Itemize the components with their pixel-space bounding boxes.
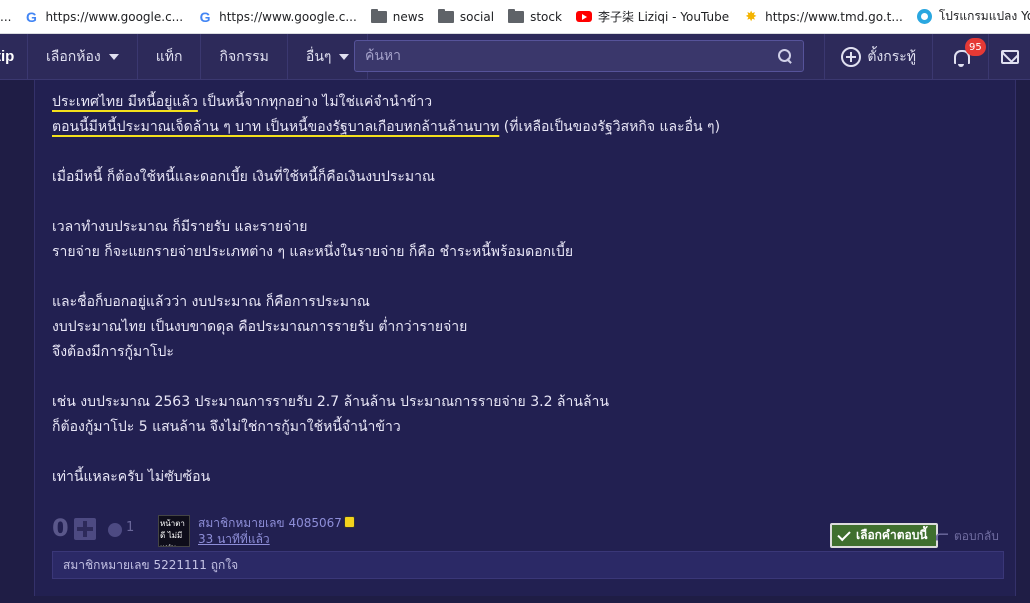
bookmark-label: stock: [530, 9, 562, 24]
search-box: [354, 40, 804, 72]
comment-footer: 0 1 หน้าตาดี ไม่มีแฟน สมาชิกหมายเลข 4085…: [52, 512, 1002, 552]
create-topic-label: ตั้งกระทู้: [867, 49, 916, 65]
comment-body: ประเทศไทย มีหนี้อยู่แล้ว เป็นหนี้จากทุกอ…: [52, 90, 720, 490]
plus-circle-icon: [841, 47, 862, 67]
nav-label: อื่นๆ: [305, 48, 332, 65]
nav-label: แท็ก: [155, 48, 183, 65]
comment-line: ตอนนี้มีหนี้ประมาณเจ็ดล้าน ๆ บาท เป็นหนี…: [52, 115, 720, 140]
likes-text[interactable]: สมาชิกหมายเลข 5221111 ถูกใจ: [63, 556, 238, 575]
create-topic-button[interactable]: ตั้งกระทู้: [824, 34, 932, 80]
highlighted-text: ตอนนี้มีหนี้ประมาณเจ็ดล้าน ๆ บาท เป็นหนี…: [52, 119, 500, 135]
bookmark-youtube-liziqi[interactable]: 李子柒 Liziqi - YouTube: [575, 8, 730, 25]
line-text: ก็ต้องกู้มาโปะ 5 แสนล้าน จึงไม่ใช่การกู้…: [52, 419, 401, 435]
bookmark-label: 李子柒 Liziqi - YouTube: [597, 10, 730, 24]
google-icon: G: [199, 8, 211, 25]
nav-right-group: ตั้งกระทู้ 95: [824, 34, 1030, 80]
line-text: (ที่เหลือเป็นของรัฐวิสหกิจ และอื่น ๆ): [499, 119, 721, 135]
folder-icon: [437, 8, 454, 25]
comment-line: งบประมาณไทย เป็นงบขาดดุล คือประมาณการราย…: [52, 315, 720, 340]
site-logo[interactable]: tip: [0, 33, 28, 80]
comment-line: ก็ต้องกู้มาโปะ 5 แสนล้าน จึงไม่ใช่การกู้…: [52, 415, 720, 440]
search-input[interactable]: [365, 48, 777, 64]
comment-line: [52, 365, 720, 390]
youtube-icon: [575, 9, 592, 25]
likes-bar: สมาชิกหมายเลข 5221111 ถูกใจ: [52, 551, 1004, 579]
line-text: เวลาทำงบประมาณ ก็มีรายรับ และรายจ่าย: [52, 219, 308, 235]
nav-label: เลือกห้อง: [46, 48, 101, 65]
line-text: จึงต้องมีการกู้มาโปะ: [52, 344, 174, 360]
comment-line: เวลาทำงบประมาณ ก็มีรายรับ และรายจ่าย: [52, 215, 720, 240]
bookmark-label: ...: [0, 9, 12, 24]
bookmark-translate[interactable]: โปรแกรมแปลง Youtub...: [917, 7, 1030, 26]
sun-icon: ✸: [745, 8, 757, 25]
bookmarks-bar: ... G https://www.google.c... G https://…: [0, 0, 1030, 34]
nav-tags[interactable]: แท็ก: [138, 33, 202, 80]
bookmark-folder-stock[interactable]: stock: [508, 8, 562, 25]
comment-line: เช่น งบประมาณ 2563 ประมาณการรายรับ 2.7 ล…: [52, 390, 720, 415]
bookmark-label: https://www.tmd.go.t...: [765, 9, 903, 24]
bookmark-google-1[interactable]: G https://www.google.c...: [23, 9, 183, 25]
comment-line: [52, 440, 720, 465]
select-best-answer-button[interactable]: เลือกคำตอบนี้: [830, 523, 938, 548]
reply-button[interactable]: ตอบกลับ: [936, 527, 999, 546]
line-text: และชื่อก็บอกอยู่แล้วว่า งบประมาณ ก็คือกา…: [52, 294, 370, 310]
line-text: งบประมาณไทย เป็นงบขาดดุล คือประมาณการราย…: [52, 319, 468, 335]
comment-line: [52, 265, 720, 290]
nav-label: กิจกรรม: [219, 48, 269, 65]
best-answer-label: เลือกคำตอบนี้: [856, 528, 928, 542]
bookmark-tmd[interactable]: ✸ https://www.tmd.go.t...: [743, 9, 903, 25]
comment-line: เมื่อมีหนี้ ก็ต้องใช้หนี้และดอกเบี้ย เงิ…: [52, 165, 720, 190]
caret-down-icon: [108, 53, 119, 60]
bookmark-label: news: [392, 9, 424, 24]
line-text: เมื่อมีหนี้ ก็ต้องใช้หนี้และดอกเบี้ย เงิ…: [52, 169, 435, 185]
notifications-button[interactable]: 95: [932, 34, 988, 80]
line-text: เป็นหนี้จากทุกอย่าง ไม่ใช่แค่จำนำข้าว: [197, 94, 433, 110]
vote-count: 0: [52, 514, 69, 542]
comment-post: ประเทศไทย มีหนี้อยู่แล้ว เป็นหนี้จากทุกอ…: [34, 80, 1016, 596]
bookmark-folder-news[interactable]: news: [370, 8, 424, 25]
comment-line: [52, 190, 720, 215]
bookmark-google-2[interactable]: G https://www.google.c...: [197, 9, 357, 25]
reply-icon: [936, 533, 948, 540]
caret-down-icon: [339, 53, 350, 60]
folder-icon: [370, 8, 387, 25]
comment-line: เท่านี้แหละครับ ไม่ซับซ้อน: [52, 465, 720, 490]
emotion-icon[interactable]: [108, 523, 122, 537]
search-icon[interactable]: [777, 48, 793, 64]
google-icon: G: [26, 8, 37, 25]
bookmark-folder-social[interactable]: social: [437, 8, 495, 25]
bookmark-label: https://www.google.c...: [45, 9, 184, 24]
plus-vote-icon[interactable]: [74, 518, 96, 540]
bookmark-label: https://www.google.c...: [219, 9, 357, 24]
member-badge-icon: [344, 516, 355, 528]
line-text: รายจ่าย ก็จะแยกรายจ่ายประเภทต่าง ๆ และหน…: [52, 244, 574, 260]
avatar-text: หน้าตาดี ไม่มีแฟน: [160, 519, 185, 546]
messages-button[interactable]: [988, 34, 1030, 80]
translate-icon: [917, 9, 933, 25]
site-navbar: tip เลือกห้อง แท็ก กิจกรรม อื่นๆ ตั้งกระ…: [0, 33, 1030, 80]
page-content: ประเทศไทย มีหนี้อยู่แล้ว เป็นหนี้จากทุกอ…: [0, 80, 1030, 603]
reply-label: ตอบกลับ: [954, 529, 999, 543]
bookmark-0[interactable]: ...: [0, 10, 11, 24]
avatar[interactable]: หน้าตาดี ไม่มีแฟน: [158, 515, 190, 547]
line-text: เท่านี้แหละครับ ไม่ซับซ้อน: [52, 469, 211, 485]
comment-line: ประเทศไทย มีหนี้อยู่แล้ว เป็นหนี้จากทุกอ…: [52, 90, 720, 115]
comment-line: และชื่อก็บอกอยู่แล้วว่า งบประมาณ ก็คือกา…: [52, 290, 720, 315]
highlighted-text: ประเทศไทย มีหนี้อยู่แล้ว: [52, 94, 198, 110]
comment-line: รายจ่าย ก็จะแยกรายจ่ายประเภทต่าง ๆ และหน…: [52, 240, 720, 265]
post-time-link[interactable]: 33 นาทีที่แล้ว: [198, 530, 270, 549]
emotion-count: 1: [126, 520, 135, 535]
bookmark-label: social: [459, 9, 495, 24]
check-icon: [837, 527, 851, 541]
mail-icon: [1000, 50, 1019, 64]
line-text: เช่น งบประมาณ 2563 ประมาณการรายรับ 2.7 ล…: [52, 394, 609, 410]
notification-badge: 95: [965, 38, 986, 56]
comment-line: จึงต้องมีการกู้มาโปะ: [52, 340, 720, 365]
bookmark-label: โปรแกรมแปลง Youtub...: [938, 9, 1030, 23]
folder-icon: [508, 8, 525, 25]
logo-text: tip: [0, 48, 15, 65]
nav-activities[interactable]: กิจกรรม: [201, 33, 288, 80]
nav-choose-room[interactable]: เลือกห้อง: [28, 33, 138, 80]
comment-line: [52, 140, 720, 165]
